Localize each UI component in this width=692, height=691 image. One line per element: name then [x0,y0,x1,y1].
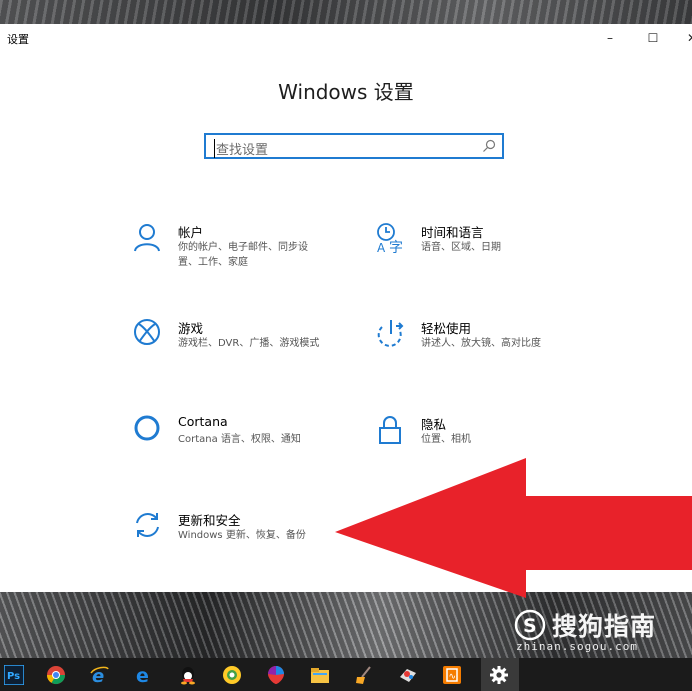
person-icon [134,224,160,252]
svg-text:e: e [136,665,149,685]
svg-text:A: A [377,241,386,254]
file-explorer-icon[interactable] [310,665,330,685]
tile-name: 帐户 [178,225,204,240]
title-bar[interactable]: 设置 – ☐ ✕ [0,24,692,52]
tile-description: 游戏栏、DVR、广播、游戏模式 [178,338,320,349]
notes-icon[interactable]: ∿ [442,665,462,685]
minimize-button[interactable]: – [598,28,622,48]
tile-ease-of-access[interactable]: 轻松使用 讲述人、放大镜、高对比度 [376,318,616,378]
tile-name: 轻松使用 [421,321,472,336]
tile-name: 游戏 [178,321,204,336]
ie-icon[interactable]: e [90,665,110,685]
sogou-logo-icon: S [514,609,546,641]
edge-icon[interactable]: e [134,665,154,685]
watermark-sub: zhinan.sogou.com [516,640,638,653]
tile-description: 位置、相机 [421,434,471,445]
tile-description: 语音、区域、日期 [421,242,501,253]
settings-icon[interactable] [489,665,509,685]
ps-label: Ps [7,671,20,682]
ease-of-access-icon [377,320,404,347]
photoshop-icon[interactable]: Ps [4,665,24,685]
tile-description: 你的帐户、电子邮件、同步设置、工作、家庭 [178,242,308,268]
tile-accounts[interactable]: 帐户 你的帐户、电子邮件、同步设置、工作、家庭 [133,222,373,282]
tile-name: 更新和安全 [178,513,241,528]
svg-text:字: 字 [389,240,403,254]
page-title: Windows 设置 [278,80,414,104]
search-input[interactable]: 查找设置 [204,133,504,159]
cleaner-icon[interactable] [354,665,374,685]
browser-icon[interactable] [222,665,242,685]
paint-icon[interactable] [266,665,286,685]
app-icon[interactable] [398,665,418,685]
close-button[interactable]: ✕ [680,28,692,48]
tile-gaming[interactable]: 游戏 游戏栏、DVR、广播、游戏模式 [133,318,373,378]
tile-description: Cortana 语言、权限、通知 [178,434,301,445]
update-sync-icon [136,513,159,537]
red-arrow-annotation [335,458,692,598]
svg-text:∿: ∿ [449,672,457,682]
search-icon[interactable] [482,139,496,153]
taskbar: Ps e e ∿ [0,658,692,691]
time-language-icon: A 字 [377,223,403,254]
qq-icon[interactable] [178,665,198,685]
xbox-icon [134,319,160,345]
tile-name: Cortana [178,414,228,429]
tile-name: 隐私 [421,417,447,432]
tile-time-language[interactable]: A 字 时间和语言 语音、区域、日期 [376,222,616,282]
lock-icon [379,416,401,444]
cortana-icon [134,415,160,441]
watermark: S 搜狗指南 zhinan.sogou.com [514,607,684,657]
tile-name: 时间和语言 [421,225,484,240]
search-placeholder: 查找设置 [214,139,268,158]
chrome-icon[interactable] [46,665,66,685]
window-title: 设置 [7,33,29,46]
maximize-button[interactable]: ☐ [641,28,665,48]
watermark-main: 搜狗指南 [552,612,657,641]
desktop-wallpaper-top [0,0,692,24]
tile-description: 讲述人、放大镜、高对比度 [421,338,541,349]
svg-text:S: S [523,615,537,637]
